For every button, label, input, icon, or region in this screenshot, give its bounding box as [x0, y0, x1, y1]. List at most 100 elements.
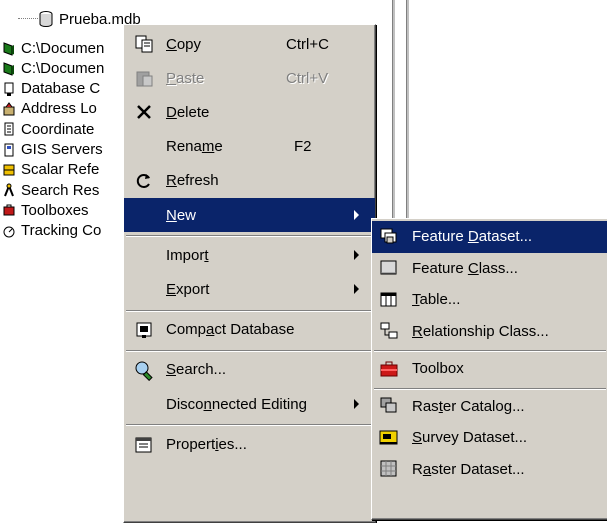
menu-item-paste[interactable]: Paste Ctrl+V — [124, 61, 375, 95]
menu-item-copy[interactable]: Copy Ctrl+C — [124, 27, 375, 61]
tree-item[interactable]: C:\Documen — [2, 57, 104, 79]
tree-item-label: Scalar Refe — [21, 161, 100, 179]
menu-item-label: Disconnected Editing — [166, 395, 307, 413]
tree-item[interactable]: Scalar Refe — [2, 159, 99, 181]
menu-item-label: Feature Class... — [412, 259, 518, 277]
raster-catalog-icon — [378, 395, 400, 417]
menu-item-label: Survey Dataset... — [412, 429, 528, 447]
tree-item[interactable]: GIS Servers — [2, 139, 103, 161]
menu-item-label: Feature Dataset... — [412, 228, 533, 246]
menu-item-toolbox[interactable]: Toolbox — [372, 353, 607, 385]
scalar-reference-icon — [2, 162, 16, 178]
menu-item-label: Properties... — [166, 435, 247, 453]
menu-separator — [374, 350, 606, 352]
menu-item-delete[interactable]: Delete — [124, 95, 375, 129]
menu-item-relationship-class[interactable]: Relationship Class... — [372, 316, 607, 348]
menu-item-label: Search... — [166, 361, 227, 379]
tree-item-label: Search Res — [21, 181, 100, 199]
menu-item-label: Compact Database — [166, 321, 295, 339]
search-icon — [132, 358, 156, 382]
tree-item-label: Database C — [21, 80, 101, 98]
menu-item-shortcut: F2 — [294, 138, 312, 156]
search-results-icon — [2, 182, 16, 198]
tree-item-label: Toolboxes — [21, 201, 89, 219]
menu-separator — [374, 387, 606, 390]
menu-separator — [126, 235, 373, 238]
submenu-arrow-icon — [354, 210, 359, 221]
refresh-icon — [132, 169, 156, 193]
paste-icon — [132, 66, 156, 90]
menu-item-label: Rename — [166, 138, 223, 156]
splitter-bar[interactable] — [392, 0, 395, 230]
feature-class-icon — [378, 257, 400, 279]
tree-item-label: Tracking Co — [21, 222, 102, 240]
survey-dataset-icon — [378, 427, 400, 449]
menu-item-label: Toolbox — [412, 360, 464, 378]
tree-item-label: Coordinate — [21, 120, 95, 138]
menu-item-shortcut: Ctrl+V — [286, 69, 329, 87]
submenu-arrow-icon — [354, 399, 359, 410]
relationship-class-icon — [378, 320, 400, 342]
gis-server-icon — [2, 142, 16, 158]
delete-x-icon — [132, 100, 156, 124]
menu-item-rename[interactable]: Rename F2 — [124, 130, 375, 164]
menu-item-search[interactable]: Search... — [124, 353, 375, 387]
menu-item-label: Refresh — [166, 172, 219, 190]
tree-item[interactable]: Database C — [2, 78, 100, 100]
splitter-bar-2[interactable] — [406, 0, 409, 230]
toolboxes-icon — [2, 202, 16, 218]
folder-connection-icon — [2, 40, 16, 56]
menu-item-label: Raster Dataset... — [412, 460, 525, 478]
toolbox-icon — [378, 358, 400, 380]
menu-item-disconnected-editing[interactable]: Disconnected Editing — [124, 387, 375, 421]
menu-item-label: Paste — [166, 69, 205, 87]
tree-item[interactable]: Toolboxes — [2, 199, 89, 221]
database-cylinder-icon — [38, 10, 54, 28]
menu-item-label: Import — [166, 246, 209, 264]
compact-database-icon — [132, 318, 156, 342]
feature-dataset-icon — [378, 226, 400, 248]
context-menu: Copy Ctrl+C Paste Ctrl+V Delete Rename F2 Refre… — [123, 24, 376, 523]
submenu-new: Feature Dataset... Feature Class... Table.… — [371, 218, 607, 520]
tree-item-label: C:\Documen — [21, 39, 105, 57]
menu-item-feature-class[interactable]: Feature Class... — [372, 253, 607, 285]
raster-dataset-icon — [378, 458, 400, 480]
menu-item-export[interactable]: Export — [124, 272, 375, 306]
menu-item-table[interactable]: Table... — [372, 284, 607, 316]
tree-item-label: Address Lo — [21, 100, 97, 118]
menu-separator — [126, 424, 373, 427]
tree-connector-dots — [18, 18, 38, 19]
table-icon — [378, 289, 400, 311]
menu-item-label: New — [166, 206, 197, 224]
address-locator-icon — [2, 101, 16, 117]
menu-item-label: Delete — [166, 103, 210, 121]
menu-item-shortcut: Ctrl+C — [286, 35, 329, 53]
folder-connection-icon — [2, 60, 16, 77]
menu-item-properties[interactable]: Properties... — [124, 427, 375, 461]
menu-item-new[interactable]: New — [124, 198, 375, 233]
tree-item[interactable]: Address Lo — [2, 98, 97, 120]
menu-separator — [126, 349, 373, 352]
menu-item-survey-dataset[interactable]: Survey Dataset... — [372, 422, 607, 454]
copy-icon — [132, 32, 156, 56]
tree-item-label: GIS Servers — [21, 141, 103, 158]
menu-item-label: Raster Catalog... — [412, 397, 525, 415]
menu-item-refresh[interactable]: Refresh — [124, 164, 375, 198]
menu-item-label: Export — [166, 280, 210, 298]
tree-item[interactable]: Search Res — [2, 179, 99, 201]
menu-item-label: Copy — [166, 35, 202, 53]
menu-item-compact-database[interactable]: Compact Database — [124, 313, 375, 347]
tree-item[interactable]: Coordinate — [2, 118, 94, 140]
tracking-connection-icon — [2, 223, 16, 239]
tree-item[interactable]: Tracking Co — [2, 220, 101, 242]
menu-item-feature-dataset[interactable]: Feature Dataset... — [372, 221, 607, 253]
tree-item-label: C:\Documen — [21, 59, 105, 77]
coordinate-system-icon — [2, 121, 16, 137]
submenu-arrow-icon — [354, 250, 359, 261]
tree-item[interactable]: C:\Documen — [2, 37, 104, 59]
menu-item-raster-catalog[interactable]: Raster Catalog... — [372, 391, 607, 423]
database-connections-icon — [2, 81, 16, 97]
menu-item-import[interactable]: Import — [124, 238, 375, 272]
menu-item-raster-dataset[interactable]: Raster Dataset... — [372, 454, 607, 486]
menu-item-label: Table... — [412, 291, 461, 309]
